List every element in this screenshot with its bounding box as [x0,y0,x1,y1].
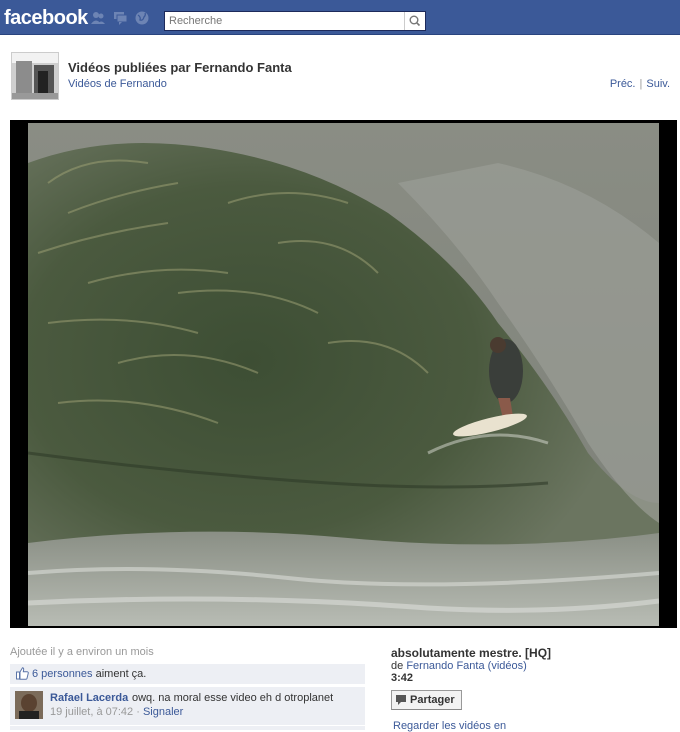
commenter-avatar[interactable] [15,691,43,719]
added-timestamp: Ajoutée il y a environ un mois [10,646,154,658]
comment-meta: 19 juillet, à 07:42 · Signaler [50,706,183,718]
likes-text: 6 personnes aiment ça. [32,668,146,680]
likes-suffix: aiment ça. [92,668,147,680]
video-author-link[interactable]: Fernando Fanta [406,660,484,672]
search-button[interactable] [404,12,425,30]
previous-link[interactable]: Préc. [610,78,636,90]
user-videos-link[interactable]: Vidéos de Fernando [68,78,167,90]
report-link[interactable]: Signaler [143,706,183,718]
video-byline: de Fernando Fanta (vidéos) [391,660,527,672]
watch-videos-link[interactable]: Regarder les vidéos en [393,720,506,732]
next-comment-item [10,726,365,730]
share-label: Partager [410,694,455,706]
video-title: absolutamente mestre. [HQ] [391,646,552,660]
pager: Préc. | Suiv. [610,78,670,90]
comment-text: owq. na moral esse video eh d otroplanet [132,692,334,704]
comment-author-link[interactable]: Rafael Lacerda [50,692,128,704]
friend-requests-icon[interactable] [91,11,106,25]
page-title: Vidéos publiées par Fernando Fanta [68,60,292,75]
comment-timestamp: 19 juillet, à 07:42 [50,706,134,718]
byline-prefix: de [391,660,404,672]
search-icon [409,15,421,27]
facebook-logo[interactable]: facebook [4,7,88,30]
next-link[interactable]: Suiv. [646,78,670,90]
author-videos-link[interactable]: (vidéos) [488,660,527,672]
video-frame-image [28,123,659,626]
thumbs-up-icon [16,667,29,680]
search-input[interactable] [165,12,409,30]
likers-link[interactable]: 6 personnes [32,668,93,680]
messages-icon[interactable] [113,11,128,25]
pager-separator: | [639,78,643,90]
meta-separator: · [136,706,140,718]
profile-picture[interactable] [11,52,59,100]
share-button[interactable]: Partager [391,690,462,710]
top-bar: facebook [0,0,680,35]
video-duration: 3:42 [391,672,414,684]
share-icon [396,695,406,705]
comment-item: Rafael Lacerda owq. na moral esse video … [10,686,365,725]
search-box [164,11,426,31]
video-player[interactable] [10,120,677,628]
notifications-globe-icon[interactable] [135,11,150,25]
likes-bar: 6 personnes aiment ça. [10,664,365,684]
